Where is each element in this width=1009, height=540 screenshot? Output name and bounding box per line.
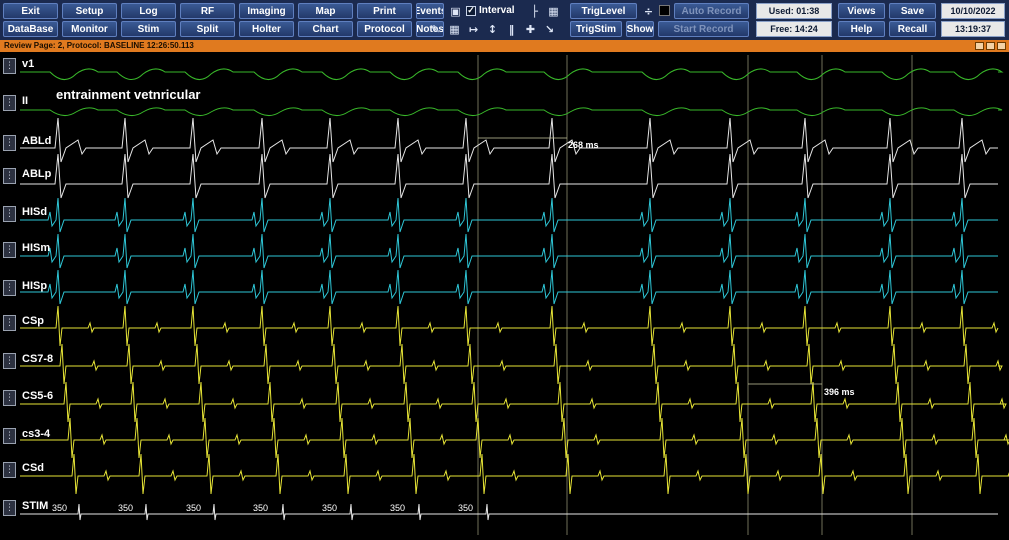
waveform-abld [20,117,998,163]
entrainment-annotation: entrainment vetnricular [56,87,201,102]
channel-label-hisd: HISd [22,206,48,218]
channel-label-ablp: ABLp [22,168,52,180]
channel-handle-hisp[interactable]: ⋮ [3,280,16,296]
waveform-hisp [20,269,998,305]
channel-label-cs3-4: cs3-4 [22,428,51,440]
channel-label-hisp: HISp [22,280,48,292]
abl-interval-measurement: 268 ms [568,140,599,150]
channel-label-ii: II [22,95,29,107]
channel-label-abld: ABLd [22,135,52,147]
channel-handle-abld[interactable]: ⋮ [3,135,16,151]
channel-label-v1: v1 [22,58,35,70]
stim-interval-label: 350 [322,503,338,513]
stim-interval-label: 350 [186,503,202,513]
stim-interval-label: 350 [253,503,269,513]
channel-handle-cs3-4[interactable]: ⋮ [3,428,16,444]
waveform-stim [20,503,998,521]
waveform-cs5-6 [20,381,1007,423]
channel-label-cs7-8: CS7-8 [22,353,54,365]
waveform-hism [20,233,998,269]
channel-handle-ablp[interactable]: ⋮ [3,168,16,184]
waveform-cs7-8 [20,343,1003,385]
channel-handle-v1[interactable]: ⋮ [3,58,16,74]
channel-handle-stim[interactable]: ⋮ [3,500,16,516]
channel-handle-csd[interactable]: ⋮ [3,462,16,478]
waveform-ii [20,107,1003,116]
channel-label-hism: HISm [22,242,51,254]
intracardiac-waveforms [20,55,1009,535]
channel-handle-ii[interactable]: ⋮ [3,95,16,111]
channel-handle-hisd[interactable]: ⋮ [3,206,16,222]
channel-handle-cs5-6[interactable]: ⋮ [3,390,16,406]
channel-handle-cs7-8[interactable]: ⋮ [3,353,16,369]
waveform-hisd [20,197,998,233]
channel-label-cs5-6: CS5-6 [22,390,54,402]
waveform-v1 [20,68,1004,80]
stim-interval-label: 350 [118,503,134,513]
channel-handle-hism[interactable]: ⋮ [3,242,16,258]
waveform-ablp [20,153,998,199]
channel-label-csp: CSp [22,315,44,327]
waveform-csd [20,453,1009,495]
channel-label-csd: CSd [22,462,44,474]
channel-handle-csp[interactable]: ⋮ [3,315,16,331]
stim-interval-label: 350 [52,503,68,513]
waveform-cs3-4 [20,417,1009,459]
stim-interval-label: 350 [458,503,474,513]
channel-label-stim: STIM [22,500,49,512]
waveform-csp [20,305,999,347]
stim-interval-label: 350 [390,503,406,513]
cs-interval-measurement: 396 ms [824,387,855,397]
